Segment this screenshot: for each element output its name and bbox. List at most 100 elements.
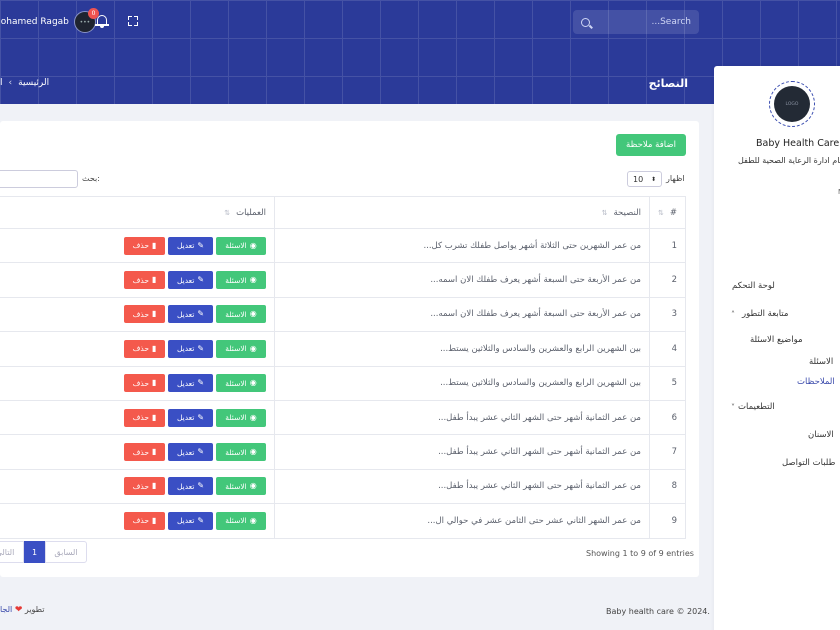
search-input[interactable] bbox=[590, 17, 691, 27]
heart-icon: ❤ bbox=[14, 605, 23, 615]
footer-copyright: Baby health care © 2024. bbox=[606, 607, 710, 616]
brand-subtitle: نظام ادارة الرعاية الصحية للطفل bbox=[738, 156, 840, 165]
delete-button[interactable]: ▮ حذف bbox=[124, 511, 165, 530]
sidebar-item-notes[interactable]: الملاحظات bbox=[797, 377, 835, 387]
user-menu[interactable]: Mohamed Ragab ••• bbox=[0, 11, 96, 33]
trash-icon: ▮ bbox=[151, 515, 157, 525]
eye-icon: ◉ bbox=[249, 343, 257, 353]
edit-button-label: تعديل bbox=[176, 447, 195, 457]
trash-icon: ▮ bbox=[151, 275, 157, 285]
show-entries-label: اظهار bbox=[666, 174, 685, 183]
sidebar-item-vaccinations[interactable]: التطعيمات bbox=[738, 402, 775, 412]
sort-icon: ⇅ bbox=[658, 208, 664, 217]
delete-button-label: حذف bbox=[132, 275, 149, 285]
table-row: 4 بين الشهرين الرابع والعشرين والسادس وال… bbox=[0, 331, 686, 367]
delete-button[interactable]: ▮ حذف bbox=[124, 443, 165, 462]
row-tip-text: بين الشهرين الرابع والعشرين والسادس والث… bbox=[274, 331, 650, 367]
edit-icon: ✎ bbox=[197, 275, 205, 285]
sidebar-item-question-topics[interactable]: مواضيع الاسئلة bbox=[750, 335, 803, 345]
questions-button-label: الاسئلة bbox=[225, 516, 247, 526]
logo: LOGO bbox=[769, 81, 815, 127]
table-row: 7 من عمر الثمانية أشهر حتى الشهر الثاني ع… bbox=[0, 434, 686, 470]
questions-button[interactable]: ◉ الاسئلة bbox=[216, 443, 266, 462]
row-tip-text: من عمر الأربعة حتى السبعة أشهر يعرف طفلك… bbox=[274, 296, 650, 333]
edit-icon: ✎ bbox=[197, 240, 205, 250]
row-tip-text: بين الشهرين الرابع والعشرين والسادس والث… bbox=[274, 365, 650, 401]
table-row: 6 من عمر الثمانية أشهر حتى الشهر الثاني ع… bbox=[0, 399, 686, 436]
pagination: التالي 1 السابق bbox=[0, 541, 87, 563]
column-header-number[interactable]: #⇅ bbox=[649, 196, 686, 229]
questions-button[interactable]: ◉ الاسئلة bbox=[216, 271, 266, 290]
column-header-actions[interactable]: العمليات ⇅ bbox=[0, 196, 275, 229]
edit-button-label: تعديل bbox=[176, 309, 195, 319]
questions-button-label: الاسئلة bbox=[225, 241, 247, 251]
logo-mark: LOGO bbox=[774, 86, 810, 122]
questions-button[interactable]: ◉ الاسئلة bbox=[216, 236, 266, 255]
row-actions: ◉ الاسئلة ✎ تعديل ▮ حذف bbox=[0, 262, 275, 298]
add-note-button[interactable]: اضافة ملاحظة bbox=[616, 134, 686, 156]
delete-button[interactable]: ▮ حذف bbox=[124, 305, 165, 324]
edit-button-label: تعديل bbox=[176, 516, 195, 526]
edit-button[interactable]: ✎ تعديل bbox=[168, 374, 213, 393]
edit-button[interactable]: ✎ تعديل bbox=[168, 443, 213, 462]
table-row: 8 من عمر الثمانية أشهر حتى الشهر الثاني ع… bbox=[0, 468, 686, 505]
delete-button-label: حذف bbox=[132, 516, 149, 526]
pagination-next[interactable]: التالي bbox=[0, 541, 24, 563]
delete-button[interactable]: ▮ حذف bbox=[124, 236, 165, 255]
questions-button[interactable]: ◉ الاسئلة bbox=[216, 408, 266, 427]
table-row: 5 بين الشهرين الرابع والعشرين والسادس وال… bbox=[0, 365, 686, 401]
questions-button[interactable]: ◉ الاسئلة bbox=[216, 305, 266, 324]
footer-dev-label: تطوير bbox=[24, 605, 45, 614]
delete-button[interactable]: ▮ حذف bbox=[124, 271, 165, 290]
entries-length-select[interactable]: 10 ⬍ bbox=[627, 171, 662, 187]
footer-dev-link[interactable]: الجا bbox=[0, 605, 12, 614]
table-search-input[interactable] bbox=[0, 170, 78, 188]
header-search[interactable] bbox=[573, 10, 699, 34]
delete-button[interactable]: ▮ حذف bbox=[124, 374, 165, 393]
sidebar-item-teeth[interactable]: الاسنان bbox=[808, 430, 834, 440]
edit-button[interactable]: ✎ تعديل bbox=[168, 511, 213, 530]
questions-button[interactable]: ◉ الاسئلة bbox=[216, 374, 266, 393]
questions-button[interactable]: ◉ الاسئلة bbox=[216, 477, 266, 496]
fullscreen-icon[interactable] bbox=[128, 16, 138, 26]
sort-icon: ⇅ bbox=[224, 208, 231, 217]
sidebar-item-questions[interactable]: الاسئلة bbox=[809, 357, 833, 367]
row-number: 5 bbox=[649, 365, 686, 401]
column-header-tip[interactable]: النصيحة ⇅ bbox=[274, 196, 650, 229]
tips-table: #⇅ النصيحة⇅ العمليات⇅ 1 من عمر الشهرين حت… bbox=[0, 196, 686, 539]
pagination-prev[interactable]: السابق bbox=[45, 541, 87, 563]
questions-button[interactable]: ◉ الاسئلة bbox=[216, 339, 266, 358]
column-header-tip-label: النصيحة bbox=[613, 207, 642, 218]
eye-icon: ◉ bbox=[249, 515, 257, 525]
row-number: 8 bbox=[649, 468, 686, 505]
breadcrumb-home[interactable]: الرئيسية bbox=[18, 78, 49, 88]
edit-icon: ✎ bbox=[197, 309, 205, 319]
questions-button[interactable]: ◉ الاسئلة bbox=[216, 511, 266, 530]
delete-button-label: حذف bbox=[132, 344, 149, 354]
pagination-page-1[interactable]: 1 bbox=[24, 541, 45, 563]
edit-button[interactable]: ✎ تعديل bbox=[168, 408, 213, 427]
breadcrumb-separator: › bbox=[8, 78, 13, 88]
table-search-label: بحث: bbox=[82, 174, 100, 183]
row-tip-text: من عمر الثمانية أشهر حتى الشهر الثاني عش… bbox=[274, 399, 650, 436]
delete-button[interactable]: ▮ حذف bbox=[124, 477, 165, 496]
edit-button-label: تعديل bbox=[176, 378, 195, 388]
edit-button[interactable]: ✎ تعديل bbox=[168, 477, 213, 496]
sidebar: LOGO Baby Health Care نظام ادارة الرعاية… bbox=[714, 66, 840, 630]
edit-button[interactable]: ✎ تعديل bbox=[168, 339, 213, 358]
column-header-number-label: # bbox=[669, 207, 677, 218]
sidebar-item-development[interactable]: متابعة التطور bbox=[742, 309, 788, 319]
breadcrumb: الرئيسية › ا bbox=[0, 78, 49, 88]
table-row: 9 من عمر الشهر الثاني عشر حتى الثامن عشر … bbox=[0, 503, 686, 539]
eye-icon: ◉ bbox=[249, 240, 257, 250]
delete-button[interactable]: ▮ حذف bbox=[124, 408, 165, 427]
sidebar-item-contact-requests[interactable]: طلبات التواصل bbox=[782, 458, 835, 468]
edit-button[interactable]: ✎ تعديل bbox=[168, 271, 213, 290]
sidebar-item-dashboard[interactable]: لوحة التحكم bbox=[732, 281, 775, 291]
sort-icon: ⇅ bbox=[601, 208, 608, 217]
edit-button[interactable]: ✎ تعديل bbox=[168, 305, 213, 324]
table-row: 1 من عمر الشهرين حتى الثلاثة أشهر يواصل ط… bbox=[0, 227, 686, 264]
edit-button[interactable]: ✎ تعديل bbox=[168, 236, 213, 255]
delete-button[interactable]: ▮ حذف bbox=[124, 339, 165, 358]
trash-icon: ▮ bbox=[151, 240, 157, 250]
